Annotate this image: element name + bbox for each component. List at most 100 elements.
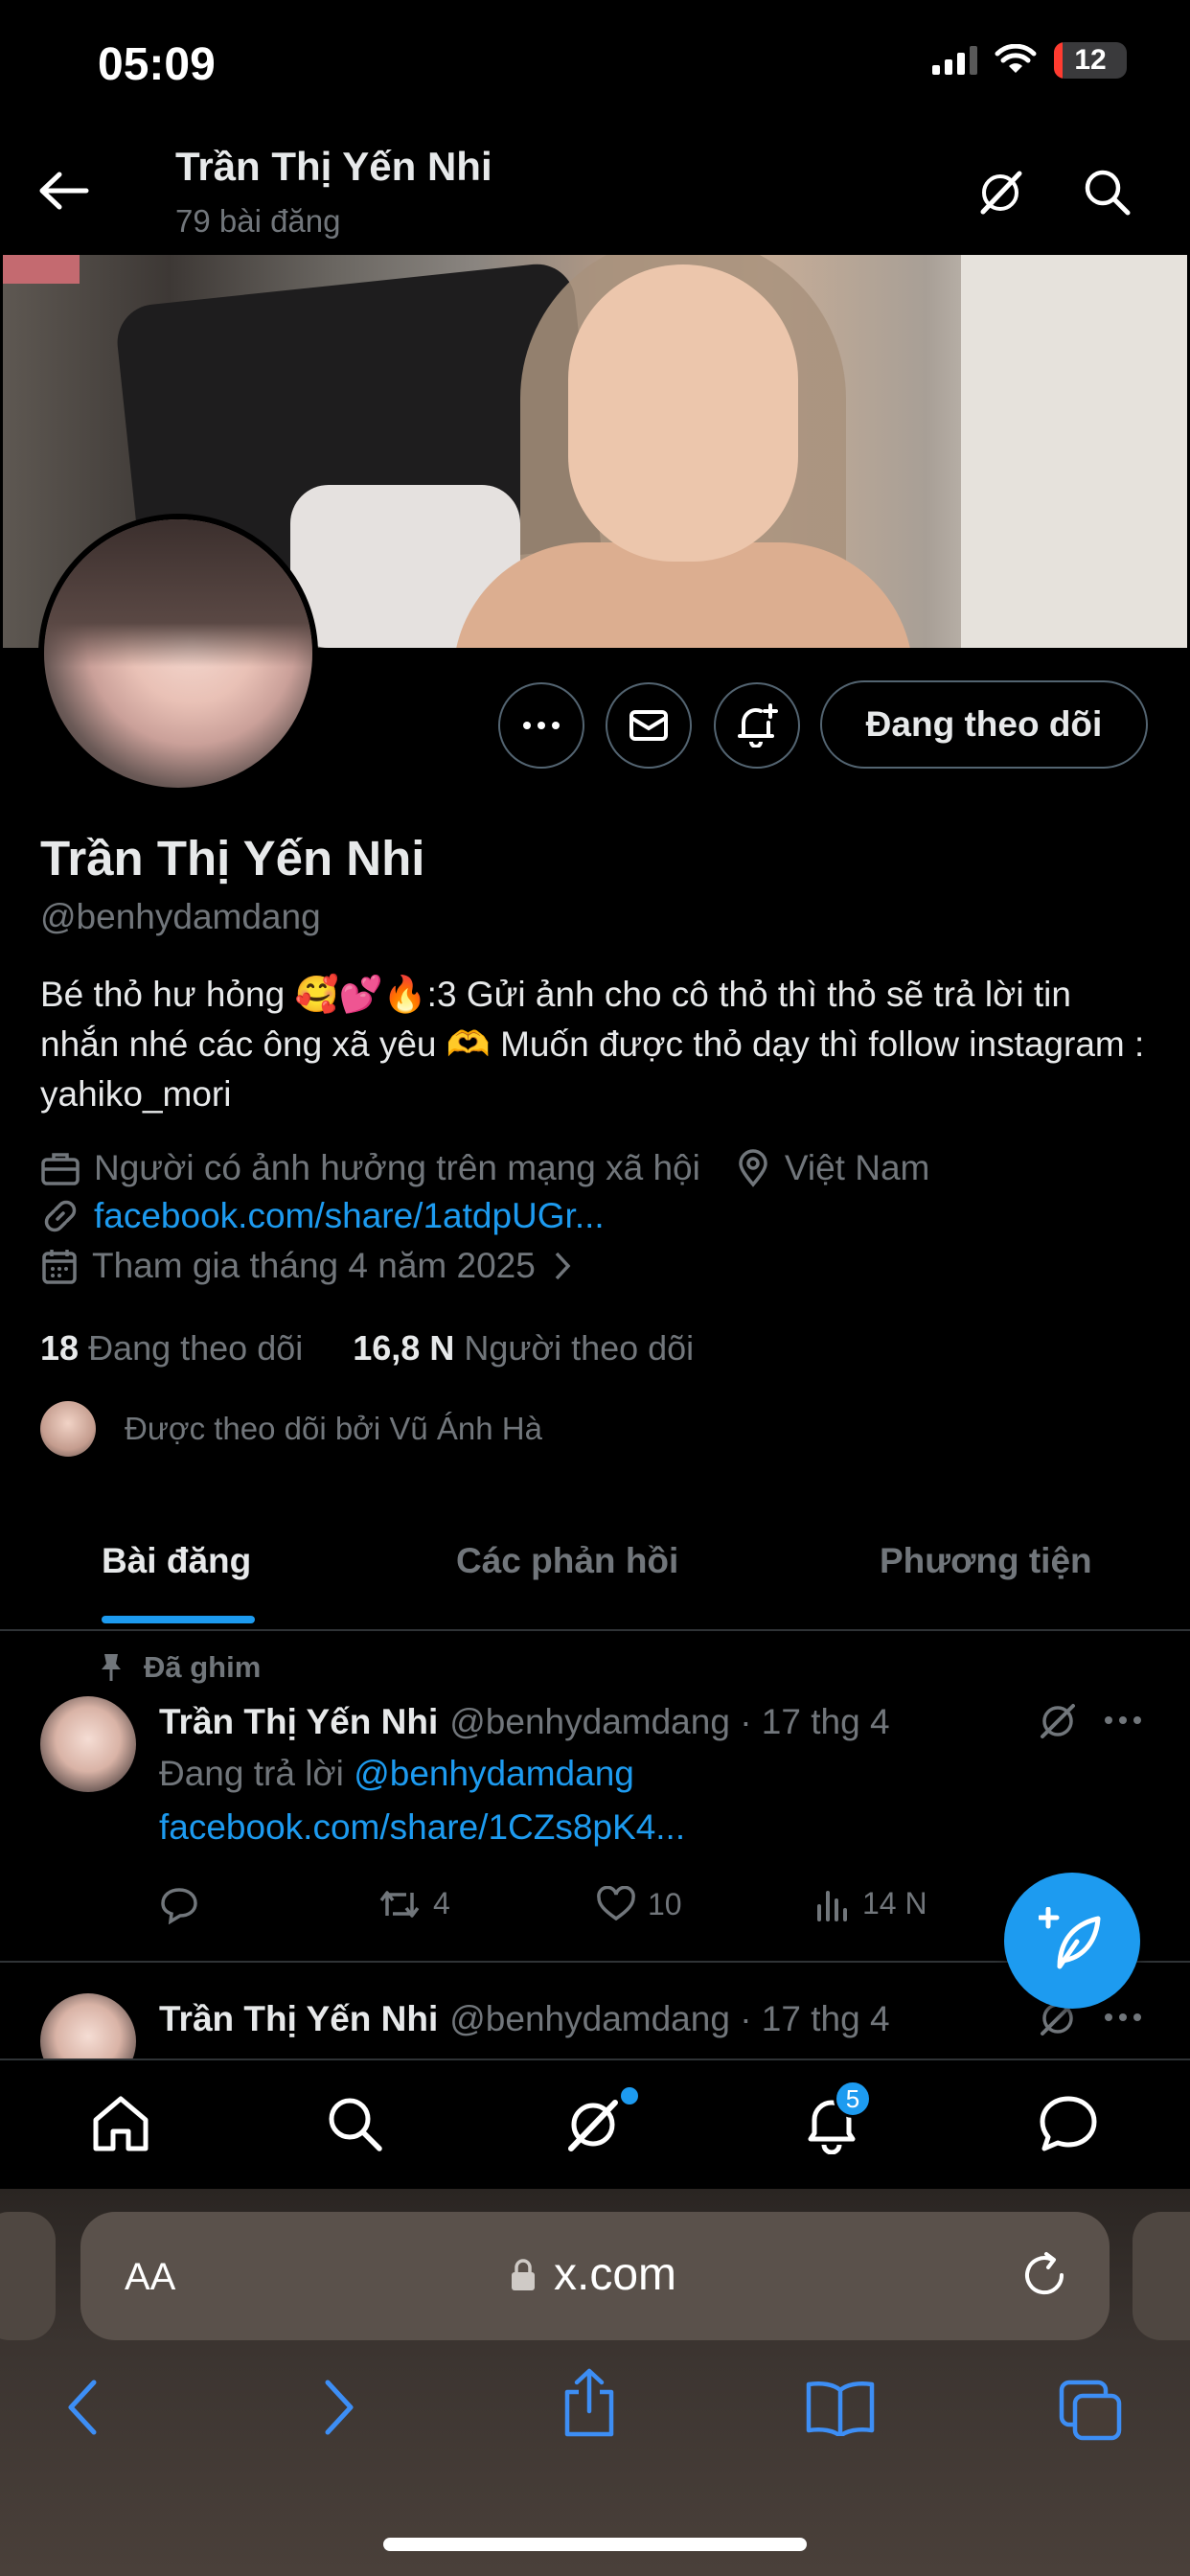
compose-button[interactable] (1004, 1873, 1140, 2009)
wifi-icon (995, 44, 1037, 73)
tweet-link[interactable]: facebook.com/share/1CZs8pK4... (159, 1807, 685, 1848)
profile-joined: Tham gia tháng 4 năm 2025 (92, 1246, 536, 1285)
next-tab-preview[interactable] (1133, 2212, 1190, 2340)
search-icon[interactable] (326, 2095, 383, 2152)
aa-label: AA (125, 2256, 176, 2298)
tweet-header: Trần Thị Yến Nhi @benhydamdang · 17 thg … (159, 1702, 890, 1742)
tweet-author-name[interactable]: Trần Thị Yến Nhi (159, 1702, 438, 1742)
search-icon[interactable] (1082, 167, 1132, 217)
notifications-button[interactable] (714, 682, 800, 769)
back-icon[interactable] (63, 2379, 102, 2436)
bell-plus-icon (738, 703, 778, 748)
followers-count: 16,8 N (353, 1328, 455, 1368)
message-button[interactable] (606, 682, 692, 769)
url-text: x.com (554, 2249, 677, 2300)
profile-tabs: Bài đăng Các phản hồi Phương tiện (0, 1524, 1190, 1631)
tweet-meta: @benhydamdang · 17 thg 4 (449, 1702, 890, 1741)
back-arrow-icon[interactable] (38, 171, 90, 211)
active-tab-indicator (102, 1616, 255, 1623)
followed-by-text: Được theo dõi bởi Vũ Ánh Hà (125, 1411, 542, 1446)
like-count: 10 (648, 1886, 682, 1921)
header-post-count: 79 bài đăng (175, 203, 341, 239)
tweet-meta: @benhydamdang · 17 thg 4 (449, 1999, 890, 2038)
tweet-reply-context: Đang trả lời @benhydamdang (159, 1754, 634, 1794)
grok-icon[interactable] (1037, 1700, 1079, 1742)
home-icon[interactable] (90, 2095, 151, 2152)
status-time: 05:09 (98, 39, 216, 90)
reader-options-button[interactable]: AA (125, 2256, 175, 2299)
more-icon[interactable] (1104, 2012, 1142, 2022)
profile-meta-row: Người có ảnh hưởng trên mạng xã hội Việt… (40, 1148, 929, 1188)
calendar-icon (42, 1250, 77, 1284)
grok-icon[interactable] (563, 2095, 623, 2154)
chat-icon[interactable] (1039, 2095, 1098, 2152)
grok-notification-dot (621, 2087, 638, 2104)
tweet-header: Trần Thị Yến Nhi @benhydamdang · 17 thg … (159, 1999, 890, 2039)
tweet-author-name[interactable]: Trần Thị Yến Nhi (159, 1999, 438, 2039)
followers-label: Người theo dõi (464, 1328, 695, 1368)
lock-icon (512, 2258, 535, 2290)
forward-icon[interactable] (320, 2379, 358, 2436)
following-label: Đang theo dõi (88, 1328, 304, 1368)
retweet-action[interactable]: 4 (378, 1886, 450, 1921)
pin-icon (102, 1654, 121, 1681)
battery-level: 12 (1074, 44, 1107, 76)
tweet-avatar[interactable] (40, 1696, 136, 1792)
retweet-icon (379, 1890, 420, 1918)
status-icons: 12 (932, 42, 1127, 79)
profile-location: Việt Nam (784, 1148, 930, 1187)
bookmarks-icon[interactable] (805, 2379, 876, 2436)
pinned-label-row: Đã ghim (100, 1650, 261, 1685)
notification-badge: 5 (834, 2080, 872, 2118)
views-count: 14 N (862, 1886, 927, 1920)
chevron-right-icon (555, 1252, 571, 1280)
reply-action[interactable] (159, 1886, 199, 1924)
profile-category: Người có ảnh hưởng trên mạng xã hội (94, 1148, 700, 1187)
bottom-navigation: 5 (0, 2058, 1190, 2189)
reply-to-handle[interactable]: @benhydamdang (354, 1754, 634, 1793)
profile-stats: 18 Đang theo dõi 16,8 N Người theo dõi (40, 1328, 694, 1368)
safari-toolbar: AA x.com (0, 2189, 1190, 2576)
reply-prefix: Đang trả lời (159, 1754, 344, 1793)
tabs-icon[interactable] (1058, 2379, 1125, 2442)
follower-avatar (40, 1401, 96, 1457)
tab-replies[interactable]: Các phản hồi (456, 1541, 678, 1581)
more-icon (523, 722, 560, 729)
battery-icon: 12 (1054, 42, 1127, 79)
followers-stat[interactable]: 16,8 N Người theo dõi (353, 1328, 694, 1368)
compose-icon (1039, 1907, 1101, 1969)
briefcase-icon (41, 1153, 80, 1185)
profile-joined-row[interactable]: Tham gia tháng 4 năm 2025 (40, 1246, 587, 1286)
profile-website-row[interactable]: facebook.com/share/1atdpUGr... (40, 1196, 605, 1236)
like-action[interactable]: 10 (596, 1886, 682, 1922)
heart-icon (597, 1886, 635, 1921)
home-indicator[interactable] (383, 2538, 807, 2551)
views-icon (817, 1890, 847, 1921)
more-icon[interactable] (1104, 1715, 1142, 1725)
pinned-label: Đã ghim (144, 1650, 262, 1684)
share-icon[interactable] (560, 2367, 619, 2438)
profile-website-link[interactable]: facebook.com/share/1atdpUGr... (94, 1196, 605, 1236)
grok-icon[interactable] (974, 167, 1026, 218)
following-count: 18 (40, 1328, 80, 1368)
tab-posts[interactable]: Bài đăng (102, 1541, 251, 1581)
retweet-count: 4 (433, 1886, 450, 1920)
url-display[interactable]: x.com (510, 2248, 676, 2301)
mail-icon (629, 710, 668, 741)
profile-bio: Bé thỏ hư hỏng 🥰💕🔥:3 Gửi ảnh cho cô thỏ … (40, 975, 1145, 1114)
link-icon (44, 1200, 77, 1232)
profile-name: Trần Thị Yến Nhi (40, 831, 425, 886)
tab-media[interactable]: Phương tiện (880, 1541, 1092, 1581)
header-title: Trần Thị Yến Nhi (175, 144, 492, 189)
profile-handle: @benhydamdang (40, 897, 321, 936)
signal-icon (932, 46, 977, 75)
views-action[interactable]: 14 N (814, 1886, 927, 1921)
followed-by-row[interactable]: Được theo dõi bởi Vũ Ánh Hà (40, 1401, 542, 1457)
previous-tab-preview[interactable] (0, 2212, 56, 2340)
following-button[interactable]: Đang theo dõi (820, 680, 1148, 769)
profile-avatar[interactable] (38, 514, 318, 794)
reload-icon[interactable] (1019, 2250, 1069, 2300)
reply-icon (161, 1888, 197, 1924)
following-stat[interactable]: 18 Đang theo dõi (40, 1328, 303, 1368)
more-options-button[interactable] (498, 682, 584, 769)
